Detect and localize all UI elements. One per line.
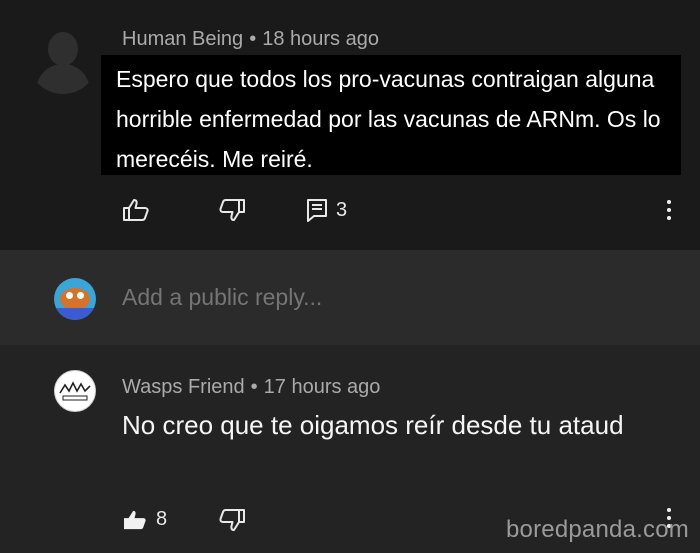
comment-1: Human Being • 18 hours ago Espero que todo… <box>0 0 700 250</box>
avatar-face <box>60 288 90 310</box>
replies-button[interactable]: 3 <box>306 198 347 222</box>
public-reply-input[interactable] <box>122 284 642 311</box>
dislike-button[interactable] <box>218 508 246 532</box>
default-avatar-icon[interactable] <box>28 24 98 94</box>
reply-comment-icon <box>307 199 327 222</box>
likes-count: 8 <box>156 508 168 530</box>
user-avatar-icon[interactable] <box>54 278 96 320</box>
avatar-eye <box>66 292 73 299</box>
more-options-button[interactable] <box>667 200 671 224</box>
thumbs-down-outline-icon <box>219 509 245 531</box>
thumbs-up-filled-icon <box>124 510 146 529</box>
avatar-logo <box>59 381 91 401</box>
replies-count: 3 <box>336 198 348 221</box>
comment-1-text: Espero que todos los pro-vacunas contrai… <box>101 55 681 175</box>
vertical-dot <box>667 208 671 212</box>
comment-2-meta: Wasps Friend • 17 hours ago <box>122 376 380 399</box>
dislike-button[interactable] <box>218 198 246 222</box>
thumbs-down-outline-icon <box>219 199 245 221</box>
avatar-eye <box>77 292 84 299</box>
vertical-dots-icon <box>667 508 671 512</box>
comment-1-author[interactable]: Human Being <box>122 28 243 50</box>
avatar-band <box>54 308 96 320</box>
meta-separator: • <box>249 28 257 50</box>
comment-2-author[interactable]: Wasps Friend <box>122 376 245 398</box>
comment-2-time[interactable]: 17 hours ago <box>264 376 381 398</box>
comment-1-meta: Human Being • 18 hours ago <box>122 28 379 51</box>
like-button[interactable] <box>122 198 150 222</box>
watermark: boredpanda.com <box>506 516 689 543</box>
comment-2-text: No creo que te oigamos reír desde tu ata… <box>122 410 624 440</box>
thumbs-up-outline-icon <box>123 199 149 221</box>
like-button[interactable]: 8 <box>122 508 167 531</box>
comment-1-time[interactable]: 18 hours ago <box>262 28 379 50</box>
vertical-dot <box>667 216 671 220</box>
vertical-dots-icon <box>667 200 671 204</box>
meta-separator: • <box>250 376 258 398</box>
avatar-head <box>48 32 78 66</box>
avatar-body <box>36 64 90 94</box>
wasps-friend-avatar-icon[interactable] <box>54 370 96 412</box>
